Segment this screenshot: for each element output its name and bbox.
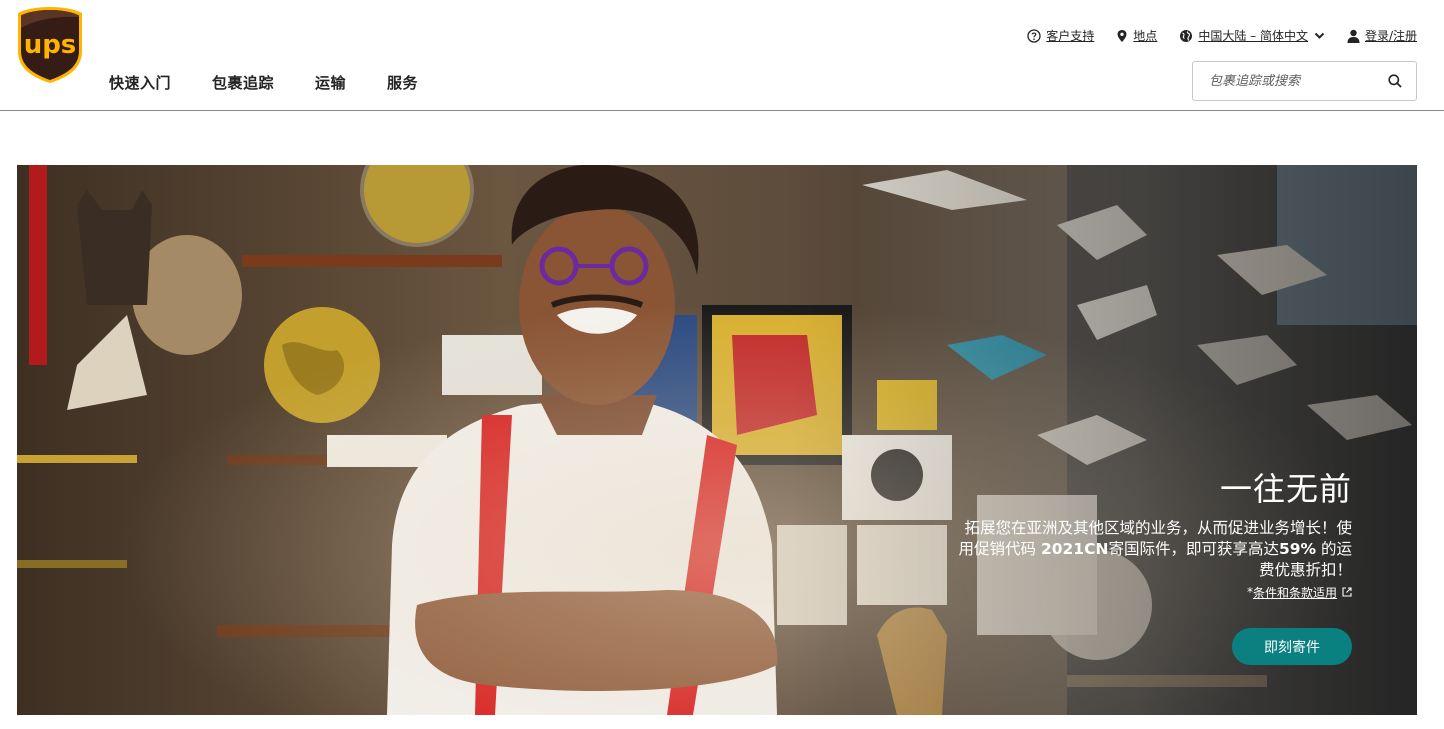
promo-code: 2021CN [1040,540,1109,558]
search-box [1192,61,1417,101]
utility-nav: 客户支持 地点 中国大陆 – 简体中文 登录/注册 [1005,27,1417,44]
svg-text:ups: ups [24,30,77,60]
customer-support-link[interactable]: 客户支持 [1027,27,1094,44]
hero-image [17,165,1417,715]
nav-services[interactable]: 服务 [387,72,418,93]
locations-link[interactable]: 地点 [1116,27,1157,44]
ups-logo[interactable]: ups [17,6,83,84]
hero-banner: 一往无前 拓展您在亚洲及其他区域的业务，从而促进业务增长！使用促销代码 2021… [17,165,1417,715]
location-pin-icon [1117,29,1127,42]
globe-icon [1180,29,1193,42]
ups-shield-icon: ups [18,7,82,83]
hero-desc-part2: 寄国际件，即可获享高达 [1108,540,1279,558]
hero-text-block: 一往无前 拓展您在亚洲及其他区域的业务，从而促进业务增长！使用促销代码 2021… [952,468,1353,601]
site-header: ups 快速入门 包裹追踪 运输 服务 客户支持 地点 中国大陆 – 简体中文 … [0,0,1444,111]
terms-link[interactable]: 条件和条款适用 [1253,584,1337,601]
user-icon [1347,29,1360,43]
terms-row: * 条件和条款适用 [1247,584,1352,601]
nav-shipping[interactable]: 运输 [315,72,346,93]
nav-quick-start[interactable]: 快速入门 [109,72,171,93]
hero-description: 拓展您在亚洲及其他区域的业务，从而促进业务增长！使用促销代码 2021CN寄国际… [952,518,1353,581]
search-input[interactable] [1193,62,1383,100]
ship-now-button[interactable]: 即刻寄件 [1232,628,1352,665]
discount-value: 59% [1278,540,1317,558]
locale-label: 中国大陆 – 简体中文 [1198,29,1308,43]
search-icon[interactable] [1388,74,1402,88]
login-register-label: 登录/注册 [1364,29,1417,43]
login-register-link[interactable]: 登录/注册 [1347,27,1417,44]
locations-label: 地点 [1133,29,1158,43]
external-link-icon [1342,587,1352,597]
question-circle-icon [1027,28,1041,43]
main-nav: 快速入门 包裹追踪 运输 服务 [109,72,459,93]
hero-title: 一往无前 [1219,470,1352,508]
chevron-down-icon [1314,32,1325,39]
customer-support-label: 客户支持 [1046,29,1095,43]
locale-selector[interactable]: 中国大陆 – 简体中文 [1179,27,1325,44]
nav-tracking[interactable]: 包裹追踪 [212,72,274,93]
